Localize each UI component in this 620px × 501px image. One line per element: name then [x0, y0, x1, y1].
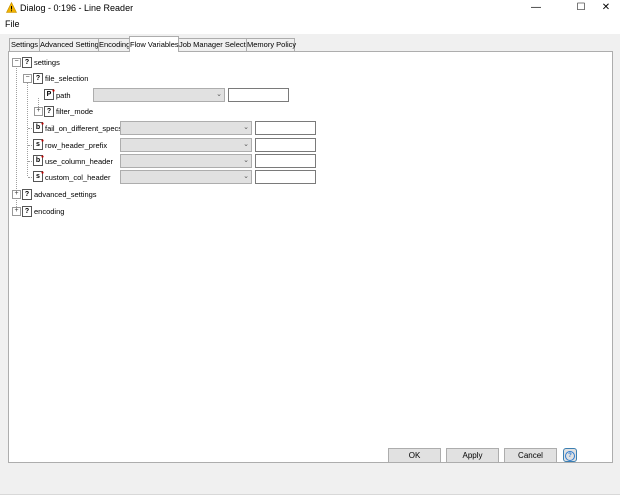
advanced-settings-expand-toggle[interactable]: + — [12, 190, 21, 199]
tab-job-manager-selection[interactable]: Job Manager Selection — [178, 38, 256, 51]
use-column-header-dropdown[interactable]: ⌄ — [120, 154, 252, 168]
fail-on-different-specs-dropdown[interactable]: ⌄ — [120, 121, 252, 135]
fail-on-different-specs-export-field[interactable] — [255, 121, 316, 135]
node-advanced-settings[interactable]: advanced_settings — [34, 190, 97, 199]
node-use-column-header: use_column_header — [45, 157, 113, 166]
path-variable-dropdown[interactable]: ⌄ — [93, 88, 225, 102]
minimize-button[interactable]: — — [522, 0, 550, 16]
config-node-icon: ? — [22, 57, 32, 68]
path-export-field[interactable] — [228, 88, 289, 102]
row-header-prefix-dropdown[interactable]: ⌄ — [120, 138, 252, 152]
boolean-variable-icon: b ● — [33, 121, 44, 133]
tab-advanced-settings[interactable]: Advanced Settings — [39, 38, 103, 51]
warning-icon — [6, 2, 17, 13]
node-encoding[interactable]: encoding — [34, 207, 64, 216]
settings-collapse-toggle[interactable]: − — [12, 58, 21, 67]
node-fail-on-different-specs: fail_on_different_specs — [45, 124, 122, 133]
cancel-button[interactable]: Cancel — [504, 448, 557, 463]
config-node-icon: ? — [22, 206, 32, 217]
config-node-icon: ? — [44, 106, 54, 117]
chevron-down-icon: ⌄ — [243, 157, 249, 164]
flow-variables-panel: − ? settings − ? file_selection P ● path … — [8, 51, 613, 463]
path-variable-icon: P ● — [44, 88, 55, 100]
string-variable-icon: s ● — [33, 170, 44, 182]
tab-flow-variables[interactable]: Flow Variables — [129, 36, 179, 52]
title-bar: Dialog - 0:196 - Line Reader — ☐ ✕ — [0, 0, 620, 16]
apply-button[interactable]: Apply — [446, 448, 499, 463]
file-selection-collapse-toggle[interactable]: − — [23, 74, 32, 83]
ok-button[interactable]: OK — [388, 448, 441, 463]
chevron-down-icon: ⌄ — [243, 173, 249, 180]
window-title: Dialog - 0:196 - Line Reader — [20, 3, 134, 13]
node-settings[interactable]: settings — [34, 58, 60, 67]
string-variable-icon: s ● — [33, 138, 44, 150]
config-node-icon: ? — [22, 189, 32, 200]
node-path: path — [56, 91, 71, 100]
close-button[interactable]: ✕ — [592, 0, 620, 16]
node-row-header-prefix: row_header_prefix — [45, 141, 108, 150]
help-button[interactable]: ? — [563, 448, 577, 462]
encoding-expand-toggle[interactable]: + — [12, 207, 21, 216]
filter-mode-expand-toggle[interactable]: + — [34, 107, 43, 116]
chevron-down-icon: ⌄ — [243, 141, 249, 148]
maximize-button[interactable]: ☐ — [567, 0, 595, 16]
menu-file[interactable]: File — [5, 19, 20, 29]
chevron-down-icon: ⌄ — [243, 124, 249, 131]
tab-encoding[interactable]: Encoding — [98, 38, 130, 51]
node-file-selection[interactable]: file_selection — [45, 74, 88, 83]
help-icon: ? — [565, 451, 575, 461]
tab-settings[interactable]: Settings — [9, 38, 40, 51]
use-column-header-export-field[interactable] — [255, 154, 316, 168]
node-filter-mode[interactable]: filter_mode — [56, 107, 93, 116]
menu-bar: File — [0, 16, 620, 34]
boolean-variable-icon: b ● — [33, 154, 44, 166]
custom-col-header-dropdown[interactable]: ⌄ — [120, 170, 252, 184]
tab-memory-policy[interactable]: Memory Policy — [246, 38, 296, 51]
node-custom-col-header: custom_col_header — [45, 173, 111, 182]
chevron-down-icon: ⌄ — [216, 91, 222, 98]
custom-col-header-export-field[interactable] — [255, 170, 316, 184]
config-node-icon: ? — [33, 73, 43, 84]
row-header-prefix-export-field[interactable] — [255, 138, 316, 152]
